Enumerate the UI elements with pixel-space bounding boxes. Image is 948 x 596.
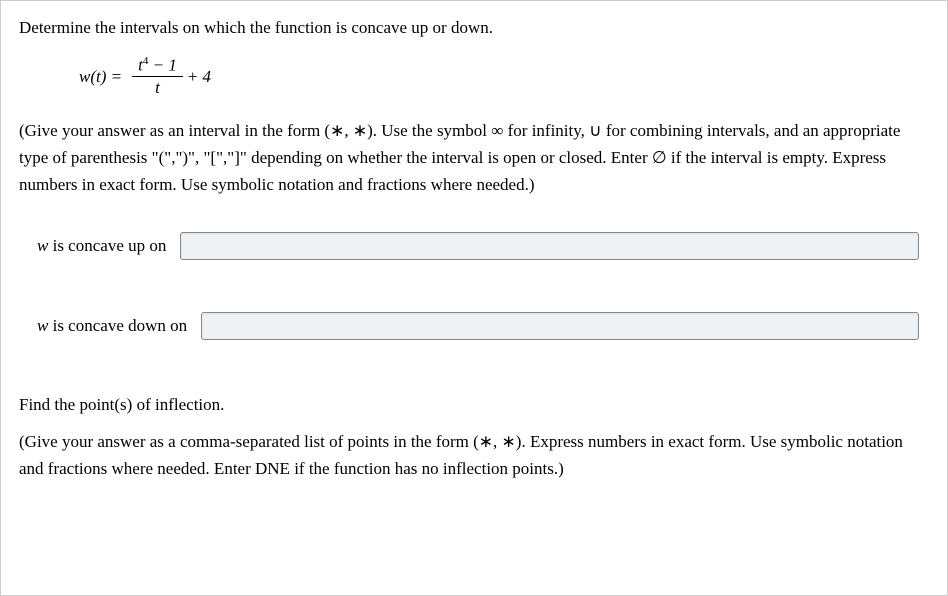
inflection-instructions: (Give your answer as a comma-separated l… xyxy=(19,428,929,482)
concave-up-label: w is concave up on xyxy=(37,233,166,259)
concave-down-row: w is concave down on xyxy=(37,312,929,340)
inflection-heading: Find the point(s) of inflection. xyxy=(19,392,929,418)
concave-down-label: w is concave down on xyxy=(37,313,187,339)
concave-up-w: w xyxy=(37,236,48,255)
function-formula: w(t) = t4 − 1 t + 4 xyxy=(79,55,929,99)
concave-down-text: is concave down on xyxy=(48,316,187,335)
formula-lhs: w(t) = xyxy=(79,64,122,90)
concave-up-row: w is concave up on xyxy=(37,232,929,260)
formula-fraction: t4 − 1 t xyxy=(132,55,183,99)
formula-tail: + 4 xyxy=(187,64,211,90)
concave-down-w: w xyxy=(37,316,48,335)
concave-up-text: is concave up on xyxy=(48,236,166,255)
formula-num-tail: − 1 xyxy=(148,55,176,74)
question-prompt: Determine the intervals on which the fun… xyxy=(19,15,929,41)
formula-numerator: t4 − 1 xyxy=(132,55,183,77)
formula-denominator: t xyxy=(149,77,166,99)
interval-instructions: (Give your answer as an interval in the … xyxy=(19,117,929,199)
concave-up-input[interactable] xyxy=(180,232,919,260)
concave-down-input[interactable] xyxy=(201,312,919,340)
